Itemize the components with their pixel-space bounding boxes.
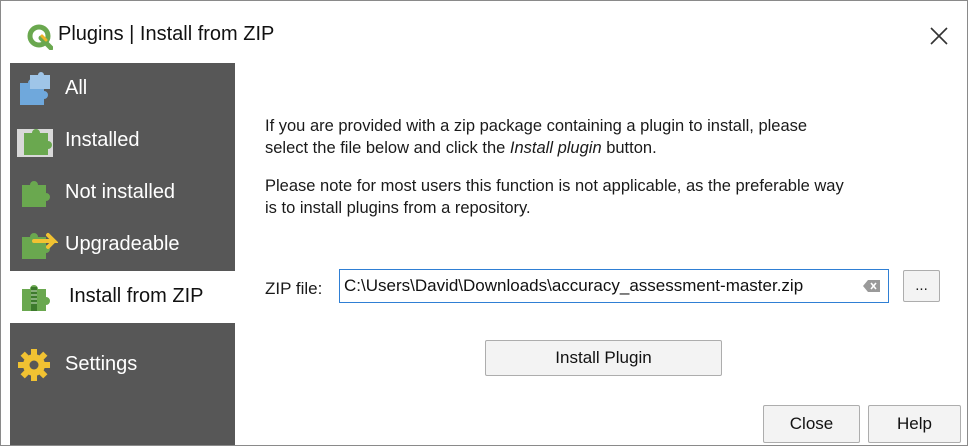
install-from-zip-panel: If you are provided with a zip package c…: [235, 63, 967, 445]
zip-file-label: ZIP file:: [265, 279, 323, 298]
zip-file-input[interactable]: [339, 269, 889, 303]
install-plugin-button[interactable]: Install Plugin: [485, 340, 722, 376]
browse-button[interactable]: ...: [903, 270, 940, 302]
close-button[interactable]: Close: [763, 405, 860, 443]
puzzle-upgrade-icon: [22, 233, 58, 259]
sidebar-item-not-installed[interactable]: Not installed: [10, 167, 235, 219]
qgis-logo-icon: [27, 24, 53, 50]
sidebar-item-label: All: [65, 77, 88, 99]
plugin-category-sidebar: All Installed Not installed Upgradeable: [10, 63, 235, 445]
sidebar-item-all[interactable]: All: [10, 63, 235, 115]
install-plugin-emphasis: Install plugin: [509, 139, 602, 157]
sidebar-item-upgradeable[interactable]: Upgradeable: [10, 219, 235, 271]
sidebar-item-installed[interactable]: Installed: [10, 115, 235, 167]
sidebar-item-install-from-zip[interactable]: Install from ZIP: [10, 271, 235, 323]
note-paragraph: Please note for most users this function…: [265, 175, 955, 219]
close-icon[interactable]: [927, 24, 951, 48]
intro-paragraph: If you are provided with a zip package c…: [265, 115, 955, 159]
sidebar-item-label: Settings: [65, 353, 138, 375]
window-title: Plugins | Install from ZIP: [58, 23, 275, 45]
sidebar-item-label: Not installed: [65, 181, 176, 203]
intro-line-1: If you are provided with a zip package c…: [265, 117, 808, 135]
intro-text-pre: select the file below and click the: [265, 139, 510, 157]
gear-icon: [18, 349, 50, 381]
puzzle-installed-icon: [17, 129, 53, 157]
help-button[interactable]: Help: [868, 405, 961, 443]
note-line-2: is to install plugins from a repository.: [265, 199, 531, 217]
puzzle-blue-icon: [20, 72, 50, 105]
puzzle-zip-icon: [22, 285, 50, 311]
note-line-1: Please note for most users this function…: [265, 177, 844, 195]
title-bar: Plugins | Install from ZIP: [1, 7, 967, 59]
sidebar-item-settings[interactable]: Settings: [10, 339, 235, 391]
plugins-dialog: Plugins | Install from ZIP All Installed…: [0, 0, 968, 446]
clear-input-icon[interactable]: [863, 279, 881, 293]
intro-line-2: select the file below and click the Inst…: [265, 137, 955, 159]
sidebar-item-label: Installed: [65, 129, 140, 151]
sidebar-item-label: Install from ZIP: [69, 285, 204, 307]
intro-text-post: button.: [601, 139, 657, 157]
puzzle-green-icon: [22, 181, 50, 207]
sidebar-item-label: Upgradeable: [65, 233, 180, 255]
